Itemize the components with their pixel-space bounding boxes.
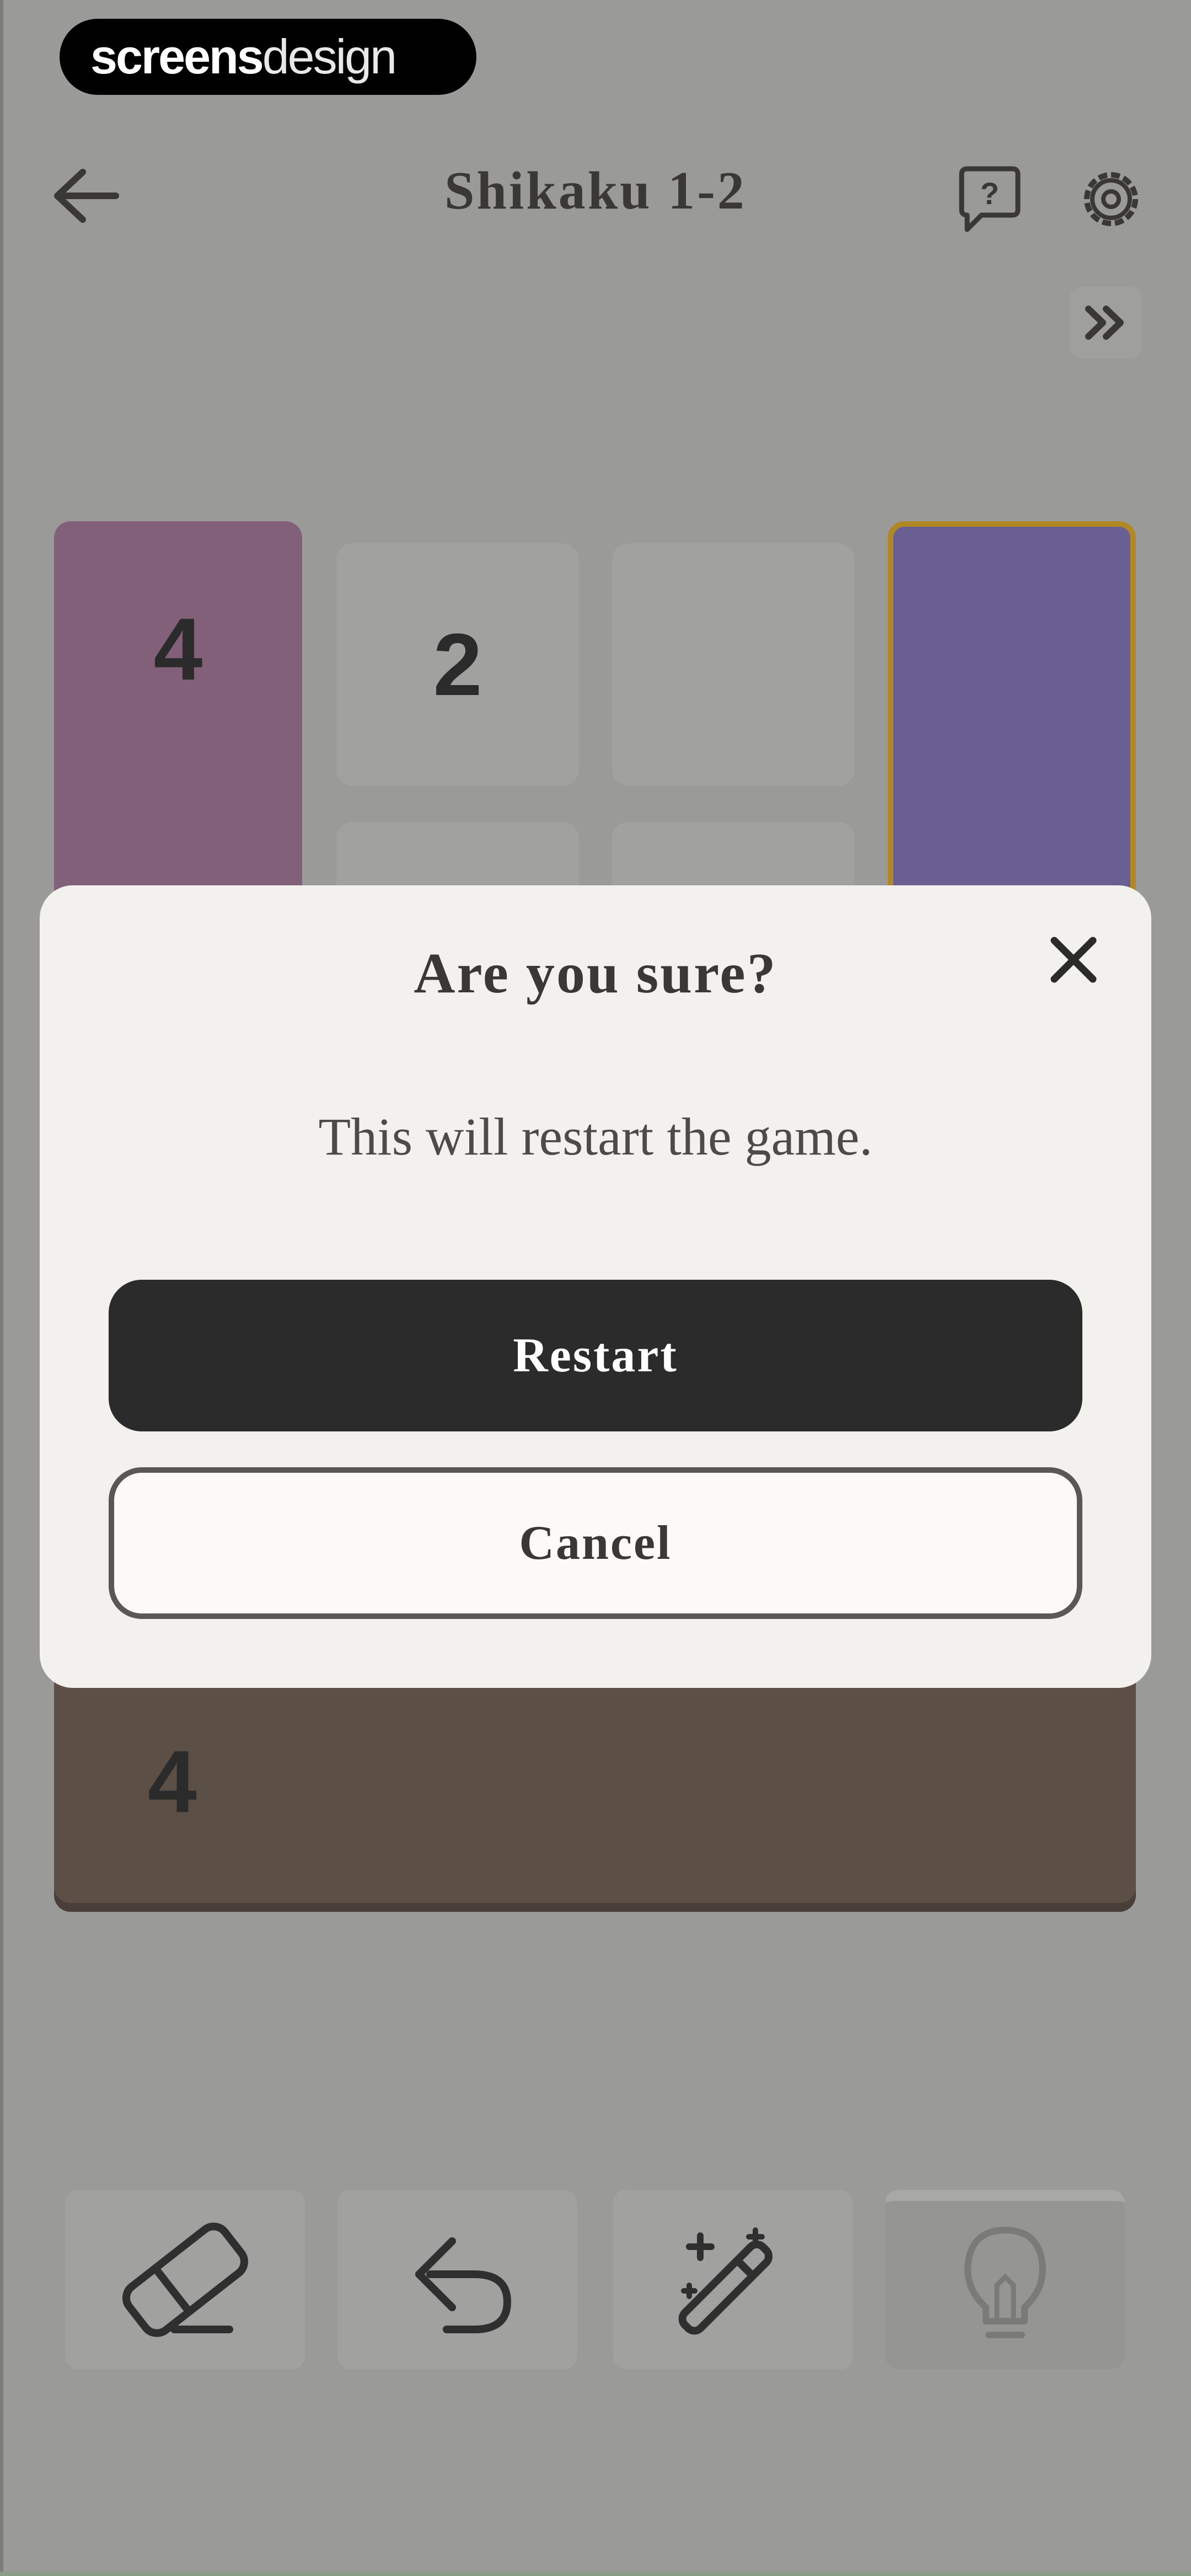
undo-icon bbox=[415, 2237, 511, 2333]
eraser-icon bbox=[122, 2222, 248, 2337]
magic-wand-button[interactable] bbox=[613, 2190, 853, 2369]
confirm-dialog: Are you sure? This will restart the game… bbox=[40, 885, 1151, 1688]
screen-edge bbox=[0, 0, 3, 2576]
cancel-button[interactable]: Cancel bbox=[109, 1467, 1082, 1619]
help-question-icon[interactable]: ? bbox=[954, 163, 1026, 235]
cell-clue: 2 bbox=[433, 615, 482, 714]
magic-wand-icon bbox=[678, 2227, 772, 2334]
board-cell-clue[interactable]: 2 bbox=[336, 543, 579, 786]
double-chevron-right-icon bbox=[1085, 306, 1124, 340]
back-arrow-icon[interactable] bbox=[50, 165, 121, 226]
brand-logo: screens design bbox=[60, 19, 476, 95]
gear-icon[interactable] bbox=[1075, 163, 1147, 235]
lightbulb-icon bbox=[964, 2226, 1046, 2338]
dialog-title: Are you sure? bbox=[414, 942, 777, 1005]
brand-logo-light: design bbox=[262, 29, 397, 84]
cell-clue: 4 bbox=[153, 600, 203, 698]
skip-button[interactable] bbox=[1070, 287, 1141, 359]
restart-button[interactable]: Restart bbox=[109, 1280, 1082, 1431]
page-title: Shikaku 1-2 bbox=[444, 161, 747, 221]
hint-button[interactable] bbox=[885, 2190, 1125, 2369]
cell-clue: 4 bbox=[148, 1732, 197, 1831]
undo-button[interactable] bbox=[337, 2190, 577, 2369]
board-cell-empty[interactable] bbox=[612, 543, 855, 786]
brand-logo-bold: screens bbox=[90, 29, 264, 84]
screen-edge bbox=[0, 2572, 1191, 2576]
close-icon[interactable] bbox=[1038, 924, 1109, 996]
dialog-message: This will restart the game. bbox=[318, 1107, 873, 1166]
eraser-button[interactable] bbox=[65, 2190, 305, 2369]
svg-text:?: ? bbox=[980, 176, 999, 211]
